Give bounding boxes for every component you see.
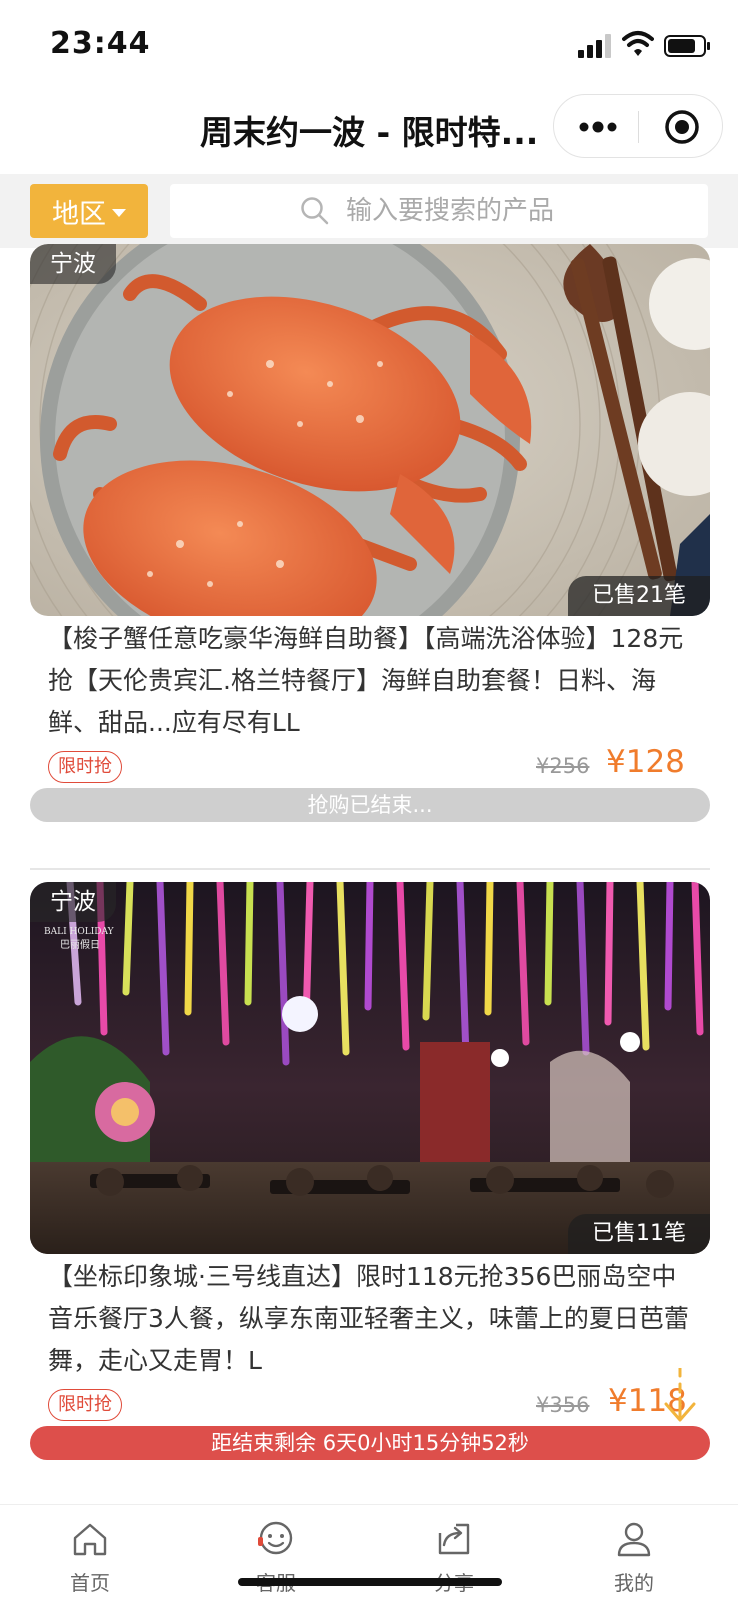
home-indicator[interactable] <box>238 1578 502 1586</box>
close-mini-program-icon[interactable] <box>664 109 700 145</box>
tab-home-label: 首页 <box>70 1571 110 1595</box>
countdown-bar: 距结束剩余 6天0小时15分钟52秒 <box>30 1426 710 1460</box>
status-bar: 23:44 <box>0 0 738 88</box>
mini-program-capsule <box>553 94 723 158</box>
sold-count-badge: 已售11笔 <box>568 1214 710 1254</box>
product-image[interactable]: BALI HOLIDAY 巴丽假日 宁波 已售11笔 <box>30 882 710 1254</box>
region-select-label: 地区 <box>52 198 106 230</box>
search-box[interactable] <box>170 184 708 238</box>
dropdown-arrow-icon <box>112 209 126 217</box>
limited-time-badge: 限时抢 <box>48 1389 122 1421</box>
region-tag: 宁波 <box>30 882 116 922</box>
capsule-divider <box>638 111 639 143</box>
logo-text-cn: 巴丽假日 <box>60 938 100 951</box>
more-icon[interactable] <box>576 113 620 141</box>
title-bar: 周末约一波 - 限时特... <box>0 88 738 174</box>
sale-price: ¥128 <box>606 744 685 780</box>
battery-icon <box>664 35 710 57</box>
logo-text-en: BALI HOLIDAY <box>44 927 115 937</box>
card-divider <box>30 868 710 870</box>
sold-count-badge: 已售21笔 <box>568 576 710 616</box>
user-icon <box>617 1522 651 1557</box>
status-time: 23:44 <box>50 26 151 61</box>
product-title[interactable]: 【梭子蟹任意吃豪华海鲜自助餐】【高端洗浴体验】128元抢【天伦贵宾汇.格兰特餐厅… <box>48 618 696 744</box>
original-price: ¥356 <box>536 1393 590 1417</box>
product-image[interactable]: 宁波 已售21笔 <box>30 244 710 616</box>
signal-icon <box>578 34 611 58</box>
region-tag: 宁波 <box>30 244 116 284</box>
tab-home[interactable]: 首页 <box>30 1505 150 1600</box>
tab-mine[interactable]: 我的 <box>574 1505 694 1600</box>
share-icon <box>438 1523 470 1555</box>
limited-time-badge: 限时抢 <box>48 751 122 783</box>
purchase-ended-bar: 抢购已结束... <box>30 788 710 822</box>
search-icon <box>301 197 329 225</box>
search-input[interactable] <box>346 191 676 231</box>
tab-mine-label: 我的 <box>614 1571 654 1595</box>
region-select-button[interactable]: 地区 <box>30 184 148 238</box>
wifi-icon <box>622 31 654 56</box>
product-title[interactable]: 【坐标印象城·三号线直达】限时118元抢356巴丽岛空中音乐餐厅3人餐，纵享东南… <box>48 1256 696 1382</box>
original-price: ¥256 <box>536 754 590 778</box>
page-title: 周末约一波 - 限时特... <box>200 113 539 152</box>
search-row: 地区 <box>0 174 738 248</box>
scroll-down-arrow-icon[interactable] <box>662 1368 698 1426</box>
home-icon <box>73 1523 107 1556</box>
customer-service-icon <box>258 1521 293 1555</box>
